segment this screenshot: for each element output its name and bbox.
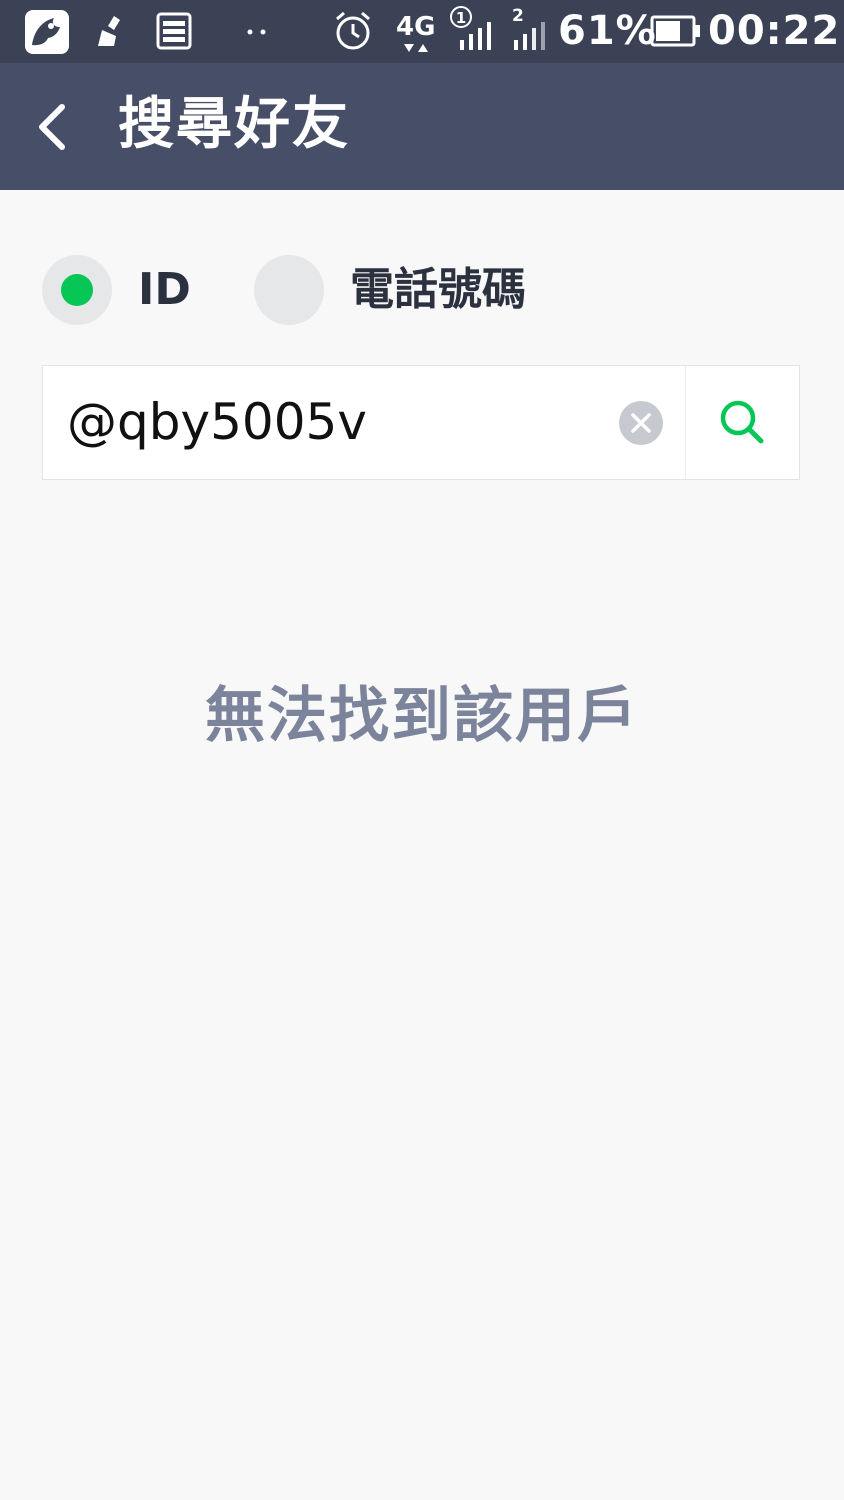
search-bar [42,365,800,480]
back-button[interactable] [26,93,86,161]
more-dots-icon [247,29,266,35]
clear-button[interactable] [619,401,663,445]
search-input[interactable] [67,388,607,456]
clock: 00:22 [708,8,841,54]
battery-percent: 61% [558,8,657,54]
network-4g-icon: 4G [396,12,438,56]
network-label: 4G [396,12,436,42]
search-button[interactable] [686,366,799,479]
no-result-message: 無法找到該用戶 [205,681,639,751]
alarm-icon [336,11,370,50]
page-title: 搜尋好友 [118,92,350,157]
signal-sim1-icon: 1 [450,6,498,54]
search-type-selector: ID 電話號碼 [0,255,844,327]
radio-label-phone: 電話號碼 [350,264,526,315]
cleaner-icon [98,16,120,46]
radio-button-phone[interactable] [254,255,324,325]
status-bar: 4G 1 2 61% 00:22 [0,0,844,63]
radio-option-phone[interactable]: 電話號碼 [254,255,574,327]
radio-label-id: ID [138,264,191,315]
search-icon [720,400,764,444]
radio-selected-dot [61,274,93,306]
signal-sim2-icon: 2 [508,6,554,54]
chevron-left-icon [39,104,65,150]
radio-button-id[interactable] [42,255,112,325]
app-logo-icon [25,10,69,54]
radio-option-id[interactable]: ID [42,255,202,327]
clear-icon [631,413,651,433]
battery-icon [650,15,700,47]
storage-icon [156,12,192,50]
header-bar: 搜尋好友 [0,63,844,190]
